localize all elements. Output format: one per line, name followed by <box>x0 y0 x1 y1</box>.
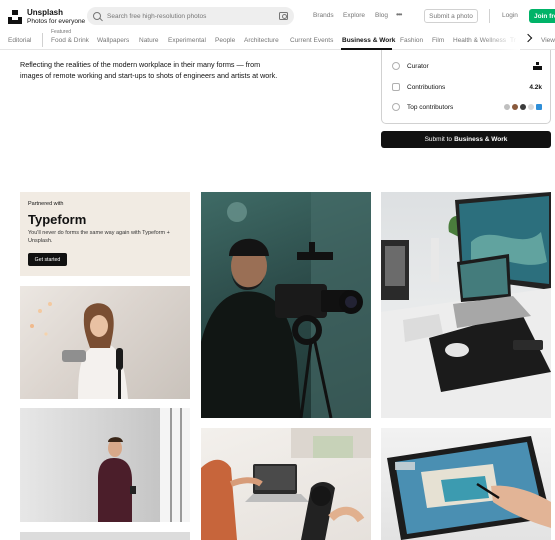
top-contributors-label: Top contributors <box>407 103 454 111</box>
photo-drawing-tablet-art <box>387 436 551 540</box>
view-all-link[interactable]: View <box>541 37 555 44</box>
avatar[interactable] <box>520 104 526 110</box>
search-bar[interactable] <box>87 7 294 25</box>
category-divider <box>42 33 43 47</box>
people-icon <box>392 103 400 111</box>
photo-drawing-tablet[interactable] <box>381 428 551 540</box>
partner-body: You'll never do forms the same way again… <box>28 230 170 244</box>
curator-label: Curator <box>407 62 429 70</box>
partner-label: Partnered with <box>28 201 64 207</box>
tab-editorial[interactable]: Editorial <box>8 37 31 44</box>
tab-business-work[interactable]: Business & Work <box>342 37 395 44</box>
photo-woman-camera[interactable] <box>20 286 190 399</box>
curator-logo-icon[interactable] <box>533 62 542 70</box>
unsplash-logo[interactable]: Unsplash Photos for everyone <box>8 8 85 26</box>
photo-partial[interactable] <box>20 532 190 540</box>
curator-row: Curator <box>392 60 542 72</box>
tab-nature[interactable]: Nature <box>139 37 159 44</box>
header-divider <box>489 9 490 23</box>
star-icon <box>392 62 400 70</box>
contributions-label: Contributions <box>407 83 446 91</box>
topic-description: Reflecting the realities of the modern w… <box>20 60 278 80</box>
login-link[interactable]: Login <box>502 12 518 19</box>
logo-tagline: Photos for everyone <box>27 18 86 25</box>
avatar[interactable] <box>512 104 518 110</box>
tab-current-events[interactable]: Current Events <box>290 37 333 44</box>
nav-explore[interactable]: Explore <box>343 12 365 19</box>
nav-brands[interactable]: Brands <box>313 12 334 19</box>
contributor-avatars <box>504 104 542 110</box>
avatar[interactable] <box>536 104 542 110</box>
avatar[interactable] <box>528 104 534 110</box>
image-icon <box>392 83 400 91</box>
photo-woman-camera-art <box>30 302 128 399</box>
avatar[interactable] <box>504 104 510 110</box>
top-contributors-row: Top contributors <box>392 101 542 113</box>
partner-promo-card[interactable]: Partnered with Typeform You'll never do … <box>20 192 190 276</box>
topic-info-card: Curator Contributions 4.2k Top contribut… <box>381 50 551 124</box>
photo-laptop-user[interactable] <box>201 428 371 540</box>
partner-brand: Typeform <box>28 212 87 227</box>
photo-man-phone-art <box>98 408 190 522</box>
tab-people[interactable]: People <box>215 37 235 44</box>
join-button[interactable]: Join free <box>529 9 555 23</box>
more-options-icon[interactable]: ••• <box>396 11 402 19</box>
nav-fade <box>480 28 520 50</box>
photo-desk-setup-art <box>381 192 551 418</box>
contributions-row: Contributions 4.2k <box>392 81 542 93</box>
tab-fashion[interactable]: Fashion <box>400 37 423 44</box>
submit-photo-button[interactable]: Submit a photo <box>424 9 478 23</box>
chevron-right-icon[interactable] <box>523 33 533 43</box>
photo-man-phone[interactable] <box>20 408 190 522</box>
tab-experimental[interactable]: Experimental <box>168 37 206 44</box>
get-started-button[interactable]: Get started <box>28 253 67 266</box>
search-input[interactable] <box>107 12 279 20</box>
tab-film[interactable]: Film <box>432 37 444 44</box>
contributions-value: 4.2k <box>529 83 542 91</box>
logo-name: Unsplash <box>27 8 64 17</box>
visual-search-icon[interactable] <box>279 12 288 20</box>
featured-label: Featured <box>51 29 72 35</box>
photo-desk-setup[interactable] <box>381 192 551 418</box>
tab-wallpapers[interactable]: Wallpapers <box>97 37 129 44</box>
cta-topic: Business & Work <box>454 136 508 143</box>
photo-laptop-user-art <box>201 428 371 540</box>
photo-man-filming-art <box>201 192 371 418</box>
tab-food-drink[interactable]: Food & Drink <box>51 37 89 44</box>
category-nav: Editorial Featured Food & Drink Wallpape… <box>0 28 555 50</box>
photo-man-filming[interactable] <box>201 192 371 418</box>
submit-to-topic-button[interactable]: Submit to Business & Work <box>381 131 551 148</box>
search-icon[interactable] <box>93 12 101 20</box>
unsplash-logo-icon <box>8 10 22 24</box>
nav-blog[interactable]: Blog <box>375 12 388 19</box>
cta-prefix: Submit to <box>424 136 453 143</box>
tab-architecture[interactable]: Architecture <box>244 37 279 44</box>
